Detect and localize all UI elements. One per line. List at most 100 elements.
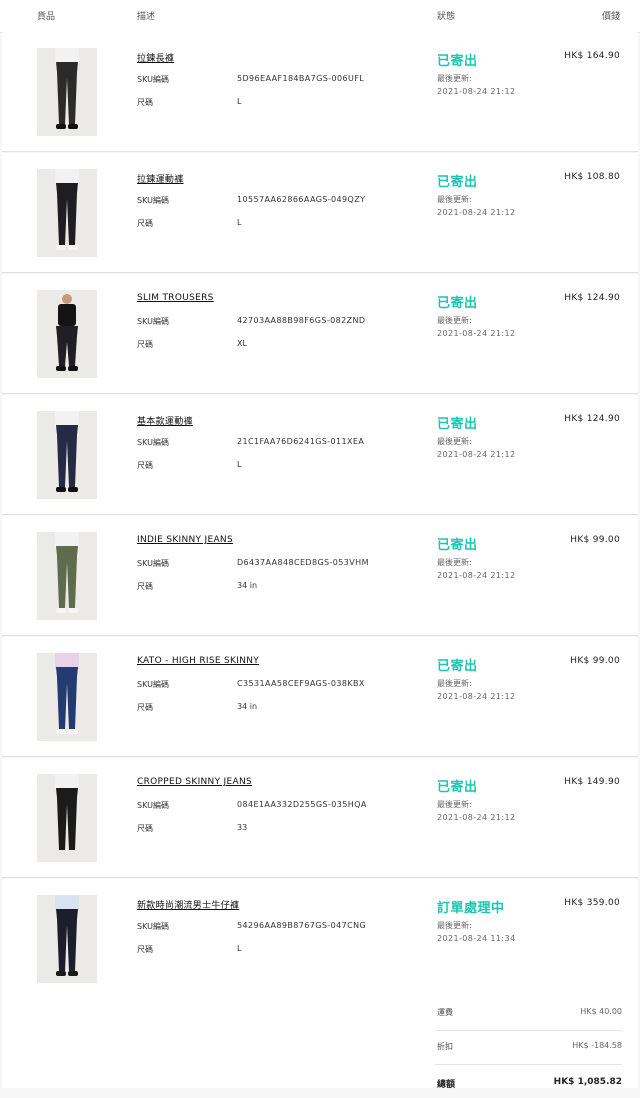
order-item-row: 拉鍊長褲 SKU編碼 5D96EAAF184BA7GS-006UFL 尺碼 L 已寄出最後…: [2, 32, 638, 152]
item-price: HK$ 99.00: [570, 535, 620, 545]
item-price: HK$ 124.90: [564, 414, 620, 424]
size-value: L: [237, 218, 242, 227]
order-items-list: 拉鍊長褲 SKU編碼 5D96EAAF184BA7GS-006UFL 尺碼 L 已寄出 最後…: [2, 32, 638, 1000]
size-label: 尺碼: [137, 461, 153, 470]
sku-value: 5D96EAAF184BA7GS-006UFL: [237, 74, 365, 83]
product-image[interactable]: [37, 895, 97, 983]
discount-value: HK$ -184.58: [572, 1041, 622, 1050]
product-image[interactable]: [37, 169, 97, 257]
last-updated-label: 最後更新:: [437, 558, 472, 567]
sku-value: 54296AA89B8767GS-047CNG: [237, 921, 367, 930]
sku-label: SKU編碼: [137, 75, 169, 84]
product-name-link[interactable]: SLIM TROUSERS: [137, 293, 214, 303]
order-item-row: 新款時尚潮流男士牛仔褲 SKU編碼 54296AA89B8767GS-047CNG 尺…: [2, 879, 638, 999]
sku-value: 21C1FAA76D6241GS-011XEA: [237, 437, 365, 446]
size-value: L: [237, 460, 242, 469]
order-status: 已寄出: [437, 175, 478, 190]
product-image[interactable]: [37, 653, 97, 741]
shipping-value: HK$ 40.00: [580, 1007, 622, 1016]
total-label: 總額: [437, 1080, 456, 1090]
size-value: XL: [237, 339, 247, 348]
size-value: L: [237, 97, 242, 106]
order-status: 已寄出: [437, 780, 478, 795]
product-image[interactable]: [37, 48, 97, 136]
size-label: 尺碼: [137, 219, 153, 228]
sku-value: 10557AA62866AAGS-049QZY: [237, 195, 366, 204]
total-row: 總額 HK$ 1,085.82: [435, 1065, 622, 1098]
size-label: 尺碼: [137, 703, 153, 712]
product-image[interactable]: [37, 774, 97, 862]
size-label: 尺碼: [137, 98, 153, 107]
table-header: 貨品 描述 狀態 價錢: [0, 0, 640, 33]
column-header-goods: 貨品: [37, 12, 56, 22]
item-price: HK$ 124.90: [564, 293, 620, 303]
product-name-link[interactable]: 基本款運動褲: [137, 414, 193, 427]
order-status: 已寄出: [437, 54, 478, 69]
sku-label: SKU編碼: [137, 680, 169, 689]
item-price: HK$ 164.90: [564, 51, 620, 61]
column-header-status: 狀態: [437, 12, 456, 22]
order-item-row: KATO - HIGH RISE SKINNY SKU編碼 C3531AA58CEF…: [2, 637, 638, 757]
size-label: 尺碼: [137, 945, 153, 954]
last-updated-time: 2021-08-24 11:34: [437, 934, 516, 943]
product-name-link[interactable]: KATO - HIGH RISE SKINNY: [137, 656, 259, 666]
size-label: 尺碼: [137, 340, 153, 349]
order-item-row: 基本款運動褲 SKU編碼 21C1FAA76D6241GS-011XEA 尺碼 L 已寄出…: [2, 395, 638, 515]
size-label: 尺碼: [137, 824, 153, 833]
last-updated-label: 最後更新:: [437, 800, 472, 809]
size-label: 尺碼: [137, 582, 153, 591]
shipping-label: 運費: [437, 1008, 453, 1017]
item-price: HK$ 108.80: [564, 172, 620, 182]
last-updated-label: 最後更新:: [437, 74, 472, 83]
product-name-link[interactable]: CROPPED SKINNY JEANS: [137, 777, 252, 787]
order-status: 已寄出: [437, 296, 478, 311]
last-updated-label: 最後更新:: [437, 316, 472, 325]
item-price: HK$ 149.90: [564, 777, 620, 787]
order-summary: 運費 HK$ 40.00 折扣 HK$ -184.58 總額 HK$ 1,085…: [2, 997, 638, 1090]
last-updated-label: 最後更新:: [437, 679, 472, 688]
product-image[interactable]: [37, 411, 97, 499]
order-item-row: SLIM TROUSERS SKU編碼 42703AA88B98F6GS-082ZN…: [2, 274, 638, 394]
order-item-row: CROPPED SKINNY JEANS SKU編碼 084E1AA332D255G…: [2, 758, 638, 878]
sku-value: D6437AA848CED8GS-053VHM: [237, 558, 369, 567]
sku-value: C3531AA58CEF9AGS-038KBX: [237, 679, 365, 688]
last-updated-time: 2021-08-24 21:12: [437, 571, 516, 580]
sku-value: 084E1AA332D255GS-035HQA: [237, 800, 367, 809]
sku-label: SKU編碼: [137, 922, 169, 931]
column-header-price: 價錢: [601, 12, 620, 22]
last-updated-time: 2021-08-24 21:12: [437, 208, 516, 217]
product-image[interactable]: [37, 290, 97, 378]
item-price: HK$ 359.00: [564, 898, 620, 908]
last-updated-label: 最後更新:: [437, 437, 472, 446]
discount-label: 折扣: [437, 1042, 453, 1051]
last-updated-label: 最後更新:: [437, 921, 472, 930]
size-value: 34 in: [237, 702, 258, 711]
total-value: HK$ 1,085.82: [553, 1077, 622, 1087]
product-image[interactable]: [37, 532, 97, 620]
sku-label: SKU編碼: [137, 317, 169, 326]
last-updated-time: 2021-08-24 21:12: [437, 87, 516, 96]
product-name-link[interactable]: 新款時尚潮流男士牛仔褲: [137, 898, 239, 911]
sku-label: SKU編碼: [137, 801, 169, 810]
product-name-link[interactable]: 拉鍊長褲: [137, 51, 174, 64]
order-status: 訂單處理中: [437, 901, 505, 916]
product-name-link[interactable]: 拉鍊運動褲: [137, 172, 184, 185]
order-status: 已寄出: [437, 538, 478, 553]
item-price: HK$ 99.00: [570, 656, 620, 666]
sku-label: SKU編碼: [137, 559, 169, 568]
shipping-row: 運費 HK$ 40.00: [435, 997, 622, 1031]
order-item-row: INDIE SKINNY JEANS SKU編碼 D6437AA848CED8GS-…: [2, 516, 638, 636]
sku-label: SKU編碼: [137, 196, 169, 205]
last-updated-time: 2021-08-24 21:12: [437, 813, 516, 822]
last-updated-time: 2021-08-24 21:12: [437, 450, 516, 459]
last-updated-label: 最後更新:: [437, 195, 472, 204]
order-status: 已寄出: [437, 417, 478, 432]
last-updated-time: 2021-08-24 21:12: [437, 692, 516, 701]
last-updated-time: 2021-08-24 21:12: [437, 329, 516, 338]
order-status: 已寄出: [437, 659, 478, 674]
product-name-link[interactable]: INDIE SKINNY JEANS: [137, 535, 233, 545]
discount-row: 折扣 HK$ -184.58: [435, 1031, 622, 1065]
size-value: 34 in: [237, 581, 258, 590]
sku-value: 42703AA88B98F6GS-082ZND: [237, 316, 366, 325]
sku-label: SKU編碼: [137, 438, 169, 447]
